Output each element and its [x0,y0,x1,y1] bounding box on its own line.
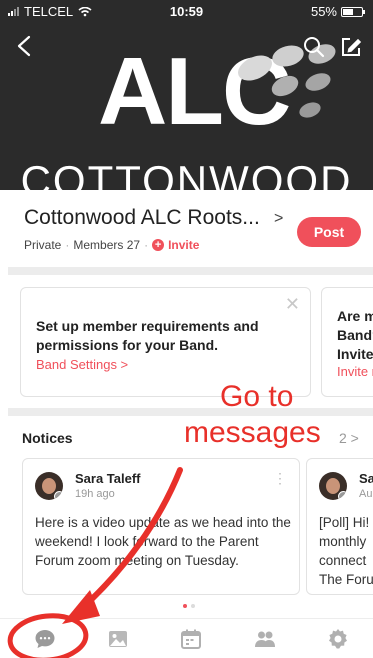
notices-count-link[interactable]: 2 > [339,430,359,446]
search-icon[interactable] [303,36,325,58]
carousel-pager [183,604,195,608]
members-icon[interactable] [253,627,277,651]
avatar[interactable] [319,472,347,500]
more-options-icon[interactable]: ⋮ [273,471,287,485]
annotation-text: messages [184,416,321,449]
notice-time: Au [359,488,373,500]
chat-bubble-icon[interactable] [33,627,57,651]
band-name[interactable]: Cottonwood ALC Roots... [24,206,260,229]
bottom-tab-bar [0,618,373,658]
compose-icon[interactable] [340,36,362,58]
invite-link[interactable]: Invite [168,238,199,252]
setup-card-title: Are m Band? Invite [337,308,373,362]
plus-icon[interactable]: + [152,239,165,251]
calendar-icon[interactable] [179,627,203,651]
cover-leaves-graphic [238,44,336,118]
gear-icon[interactable] [326,627,350,651]
band-meta: Private · Members 27 · + Invite [24,238,199,252]
annotation-text: Go to [220,380,294,413]
photo-icon[interactable] [106,627,130,651]
post-button[interactable]: Post [297,217,361,247]
meta-separator: · [144,238,149,252]
notice-time: 19h ago [75,488,115,500]
notice-body: Here is a video update as we head into t… [35,515,291,568]
notice-body: [Poll] Hi! monthly connect The Foru [319,515,373,587]
band-cover: ALC COTTONWOOD TELCEL 10:59 55% [0,0,373,190]
member-count[interactable]: Members 27 [73,238,140,252]
meta-separator: · [65,238,70,252]
notices-heading: Notices [22,430,73,446]
battery-percent: 55% [310,4,337,19]
chevron-right-icon[interactable]: > [274,210,283,228]
invite-card-link[interactable]: Invite r [337,364,373,379]
close-icon[interactable]: ✕ [285,295,300,313]
back-arrow-icon[interactable] [14,34,36,58]
cover-logo-word: COTTONWOOD [20,157,353,191]
notice-author[interactable]: Sa [359,471,373,486]
notice-author[interactable]: Sara Taleff [75,471,141,486]
battery-icon [341,6,365,17]
avatar[interactable] [35,472,63,500]
setup-card-title: Set up member requirements and permissio… [36,318,259,353]
section-divider [8,408,373,416]
privacy-label: Private [24,238,62,252]
setup-card[interactable]: Are m Band? Invite Invite r [321,287,373,397]
notice-card[interactable]: Sa Au [Poll] Hi! monthly connect The For… [306,458,373,595]
section-divider [8,267,373,275]
notice-card[interactable]: Sara Taleff 19h ago ⋮ Here is a video up… [22,458,300,595]
status-bar: TELCEL 10:59 55% [0,0,373,22]
band-settings-link[interactable]: Band Settings > [36,357,128,372]
